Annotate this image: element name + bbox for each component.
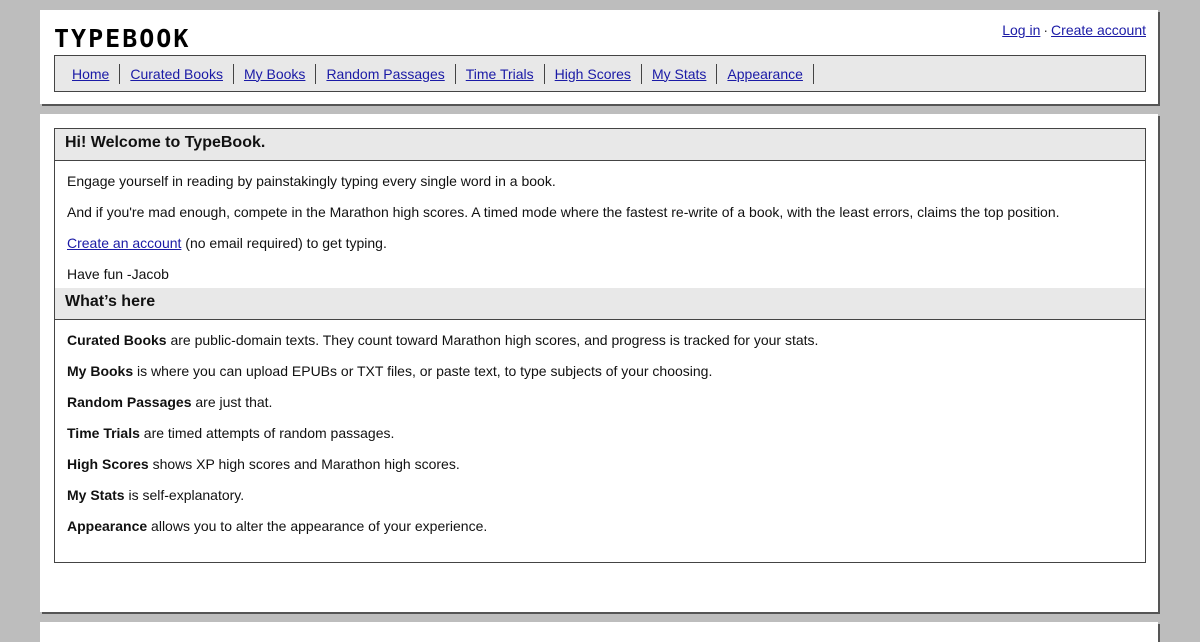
feature-desc: is self-explanatory. <box>124 487 245 503</box>
footer-panel <box>40 622 1158 642</box>
main-nav: Home Curated Books My Books Random Passa… <box>54 55 1146 92</box>
welcome-paragraph-3: Create an account (no email required) to… <box>67 235 1133 251</box>
welcome-paragraph-1: Engage yourself in reading by painstakin… <box>67 173 556 189</box>
feature-item: Curated Books are public-domain texts. T… <box>67 332 1133 348</box>
nav-high-scores[interactable]: High Scores <box>545 63 642 84</box>
feature-desc: is where you can upload EPUBs or TXT fil… <box>133 363 713 379</box>
welcome-heading: Hi! Welcome to TypeBook. <box>55 129 1145 161</box>
feature-item: Random Passages are just that. <box>67 394 1133 410</box>
welcome-body: Engage yourself in reading by painstakin… <box>55 161 1145 282</box>
create-account-link[interactable]: Create account <box>1051 22 1146 38</box>
feature-item: Time Trials are timed attempts of random… <box>67 425 1133 441</box>
create-account-inline-link[interactable]: Create an account <box>67 235 181 251</box>
feature-term: High Scores <box>67 456 149 472</box>
feature-term: Time Trials <box>67 425 140 441</box>
feature-desc: are just that. <box>191 394 273 410</box>
site-logo[interactable]: TYPEBOOK <box>54 24 190 53</box>
feature-desc: allows you to alter the appearance of yo… <box>147 518 488 534</box>
feature-item: High Scores shows XP high scores and Mar… <box>67 456 1133 472</box>
login-link[interactable]: Log in <box>1002 22 1040 38</box>
nav-my-stats[interactable]: My Stats <box>642 63 718 84</box>
nav-random-passages[interactable]: Random Passages <box>316 63 456 84</box>
feature-term: Random Passages <box>67 394 192 410</box>
welcome-signoff: Have fun -Jacob <box>67 266 169 282</box>
feature-term: My Books <box>67 363 134 379</box>
nav-curated-books[interactable]: Curated Books <box>120 63 234 84</box>
nav-my-books[interactable]: My Books <box>234 63 317 84</box>
header-panel: TYPEBOOK Log in · Create account Home Cura… <box>40 10 1158 104</box>
feature-item: Appearance allows you to alter the appea… <box>67 518 1133 534</box>
feature-term: Curated Books <box>67 332 167 348</box>
nav-appearance[interactable]: Appearance <box>717 63 814 84</box>
content-box: Hi! Welcome to TypeBook. Engage yourself… <box>54 128 1146 563</box>
whats-here-heading: What’s here <box>55 288 1145 320</box>
feature-term: Appearance <box>67 518 148 534</box>
nav-home[interactable]: Home <box>62 63 121 84</box>
whats-here-body: Curated Books are public-domain texts. T… <box>55 320 1145 534</box>
feature-desc: shows XP high scores and Marathon high s… <box>148 456 460 472</box>
feature-item: My Books is where you can upload EPUBs o… <box>67 363 1133 379</box>
nav-time-trials[interactable]: Time Trials <box>456 63 545 84</box>
feature-term: My Stats <box>67 487 125 503</box>
feature-item: My Stats is self-explanatory. <box>67 487 1133 503</box>
feature-desc: are public-domain texts. They count towa… <box>166 332 819 348</box>
welcome-paragraph-2: And if you're mad enough, compete in the… <box>67 204 1060 220</box>
feature-desc: are timed attempts of random passages. <box>139 425 395 441</box>
welcome-paragraph-3-text: (no email required) to get typing. <box>181 235 387 251</box>
account-links: Log in · Create account <box>1002 22 1146 38</box>
main-panel: Hi! Welcome to TypeBook. Engage yourself… <box>40 114 1158 612</box>
account-links-separator: · <box>1043 22 1049 38</box>
